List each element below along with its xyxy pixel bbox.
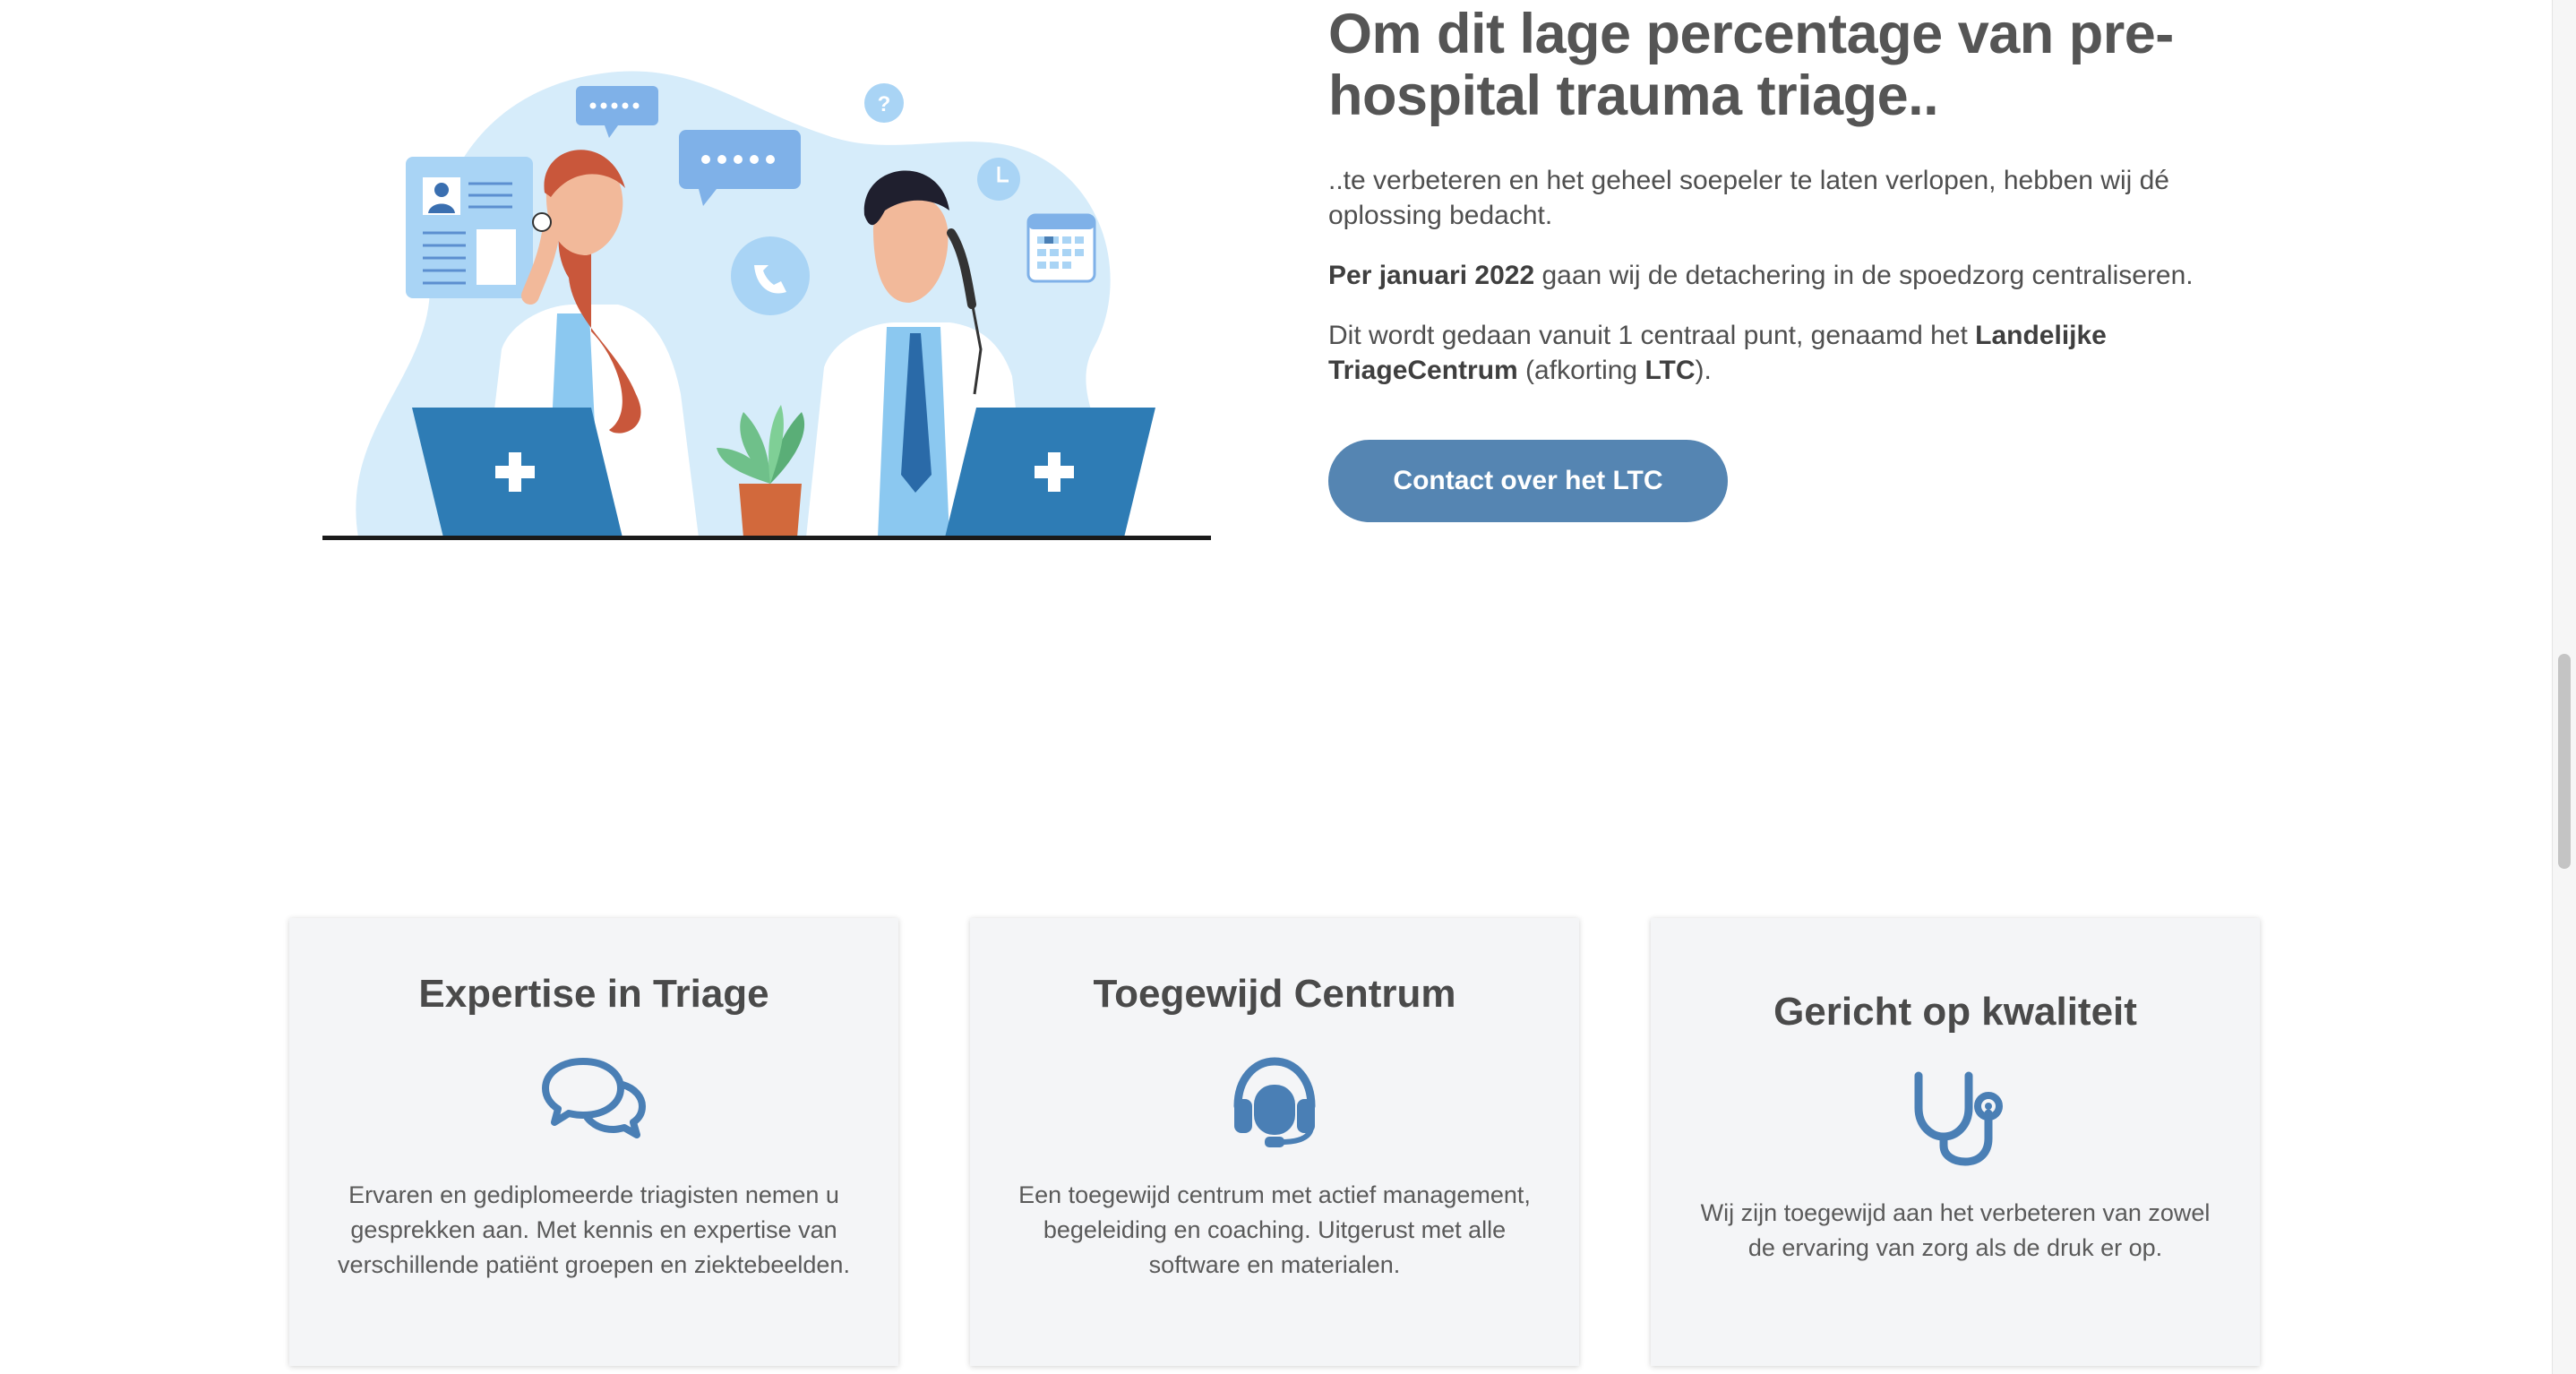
hero-paragraph-ltc: Dit wordt gedaan vanuit 1 centraal punt,… xyxy=(1328,318,2260,388)
headset-icon xyxy=(1233,1057,1316,1147)
card-title: Expertise in Triage xyxy=(418,972,769,1016)
date-text: gaan wij de detachering in de spoedzorg … xyxy=(1534,261,2194,290)
chat-bubbles-icon xyxy=(542,1058,646,1138)
hero-paragraph-date: Per januari 2022 gaan wij de detachering… xyxy=(1328,258,2260,293)
page-scrollbar[interactable] xyxy=(2552,0,2576,1374)
two-doctors-on-phone-illustration: ? xyxy=(322,71,1211,540)
ltc-abbreviation: LTC xyxy=(1644,356,1696,385)
page: ? Om dit lage percentage van pre-hospita… xyxy=(0,0,2576,1374)
card-title: Gericht op kwaliteit xyxy=(1773,990,2137,1034)
stethoscope-icon xyxy=(1914,1071,2003,1166)
svg-text:?: ? xyxy=(878,92,891,116)
hero-text: Om dit lage percentage van pre-hospital … xyxy=(1328,0,2260,522)
card-text: Een toegewijd centrum met actief managem… xyxy=(1018,1181,1531,1278)
card-quality: Gericht op kwaliteit Wij zijn toegewijd … xyxy=(1651,918,2260,1366)
card-text: Ervaren en gediplomeerde triagisten neme… xyxy=(338,1181,850,1278)
ltc-text-end: ). xyxy=(1695,356,1712,385)
date-highlight: Per januari 2022 xyxy=(1328,261,1535,290)
card-dedicated-center: Toegewijd Centrum Een toegewijd centrum … xyxy=(970,918,1579,1366)
card-text: Wij zijn toegewijd aan het verbeteren va… xyxy=(1700,1199,2211,1261)
scrollbar-thumb[interactable] xyxy=(2558,654,2571,869)
hero-intro: ..te verbeteren en het geheel soepeler t… xyxy=(1328,166,2169,230)
card-title: Toegewijd Centrum xyxy=(1093,972,1456,1016)
card-expertise: Expertise in Triage Ervaren en gediplome… xyxy=(289,918,898,1366)
hero-title: Om dit lage percentage van pre-hospital … xyxy=(1328,3,2174,127)
ltc-text-mid: (afkorting xyxy=(1517,356,1645,385)
ltc-text-start: Dit wordt gedaan vanuit 1 centraal punt,… xyxy=(1328,321,1976,350)
contact-ltc-button[interactable]: Contact over het LTC xyxy=(1328,440,1728,522)
